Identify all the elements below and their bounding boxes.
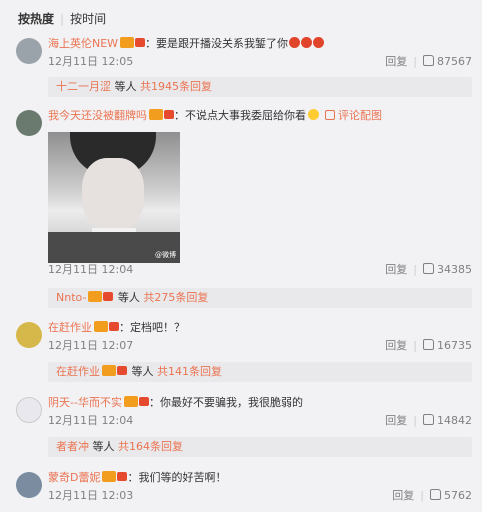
sub-reply-text: 等人 — [111, 80, 140, 93]
tab-by-hot[interactable]: 按热度 — [18, 12, 54, 26]
like-icon[interactable] — [423, 55, 434, 66]
divider: | — [420, 489, 424, 502]
avatar[interactable] — [16, 38, 42, 64]
tab-separator: | — [60, 12, 65, 26]
comment-username[interactable]: 阴天--华而不实 — [48, 396, 122, 409]
photo-watermark: @微博 — [155, 251, 176, 259]
vip-badge-icon — [149, 109, 174, 120]
comment-time: 12月11日 12:04 — [48, 414, 134, 427]
sub-reply-user[interactable]: 者者冲 — [56, 440, 89, 453]
comment-username[interactable]: 在赶作业 — [48, 321, 92, 334]
comment-username[interactable]: 蒙奇D蕾妮 — [48, 471, 100, 484]
sub-replies: 在赶作业 等人 共141条回复 — [48, 362, 472, 382]
tab-by-time[interactable]: 按时间 — [70, 12, 106, 26]
emoji-icon — [289, 37, 301, 48]
comment-text: ：不说点大事我委屈给你看 — [174, 109, 306, 122]
comment-username[interactable]: 我今天还没被翻牌吗 — [48, 109, 147, 122]
reply-button[interactable]: 回复 — [385, 339, 407, 352]
vip-badge-icon — [102, 365, 127, 376]
comment-picture-link[interactable]: 评论配图 — [325, 109, 382, 122]
comment-item: 海上英伦NEW ：要是跟开播没关系我錾了你 12月11日 12:05 回复 | 875… — [16, 36, 472, 68]
emoji-icon — [313, 37, 325, 48]
like-icon[interactable] — [423, 414, 434, 425]
like-count: 5762 — [444, 489, 472, 502]
avatar[interactable] — [16, 322, 42, 348]
reply-button[interactable]: 回复 — [385, 55, 407, 68]
comment-time: 12月11日 12:05 — [48, 55, 134, 68]
avatar[interactable] — [16, 472, 42, 498]
comment-item: 蒙奇D蕾妮 ：我们等的好苦啊！ 12月11日 12:03 回复 | 5762 — [16, 470, 472, 504]
sub-reply-user[interactable]: 在赶作业 — [56, 365, 100, 378]
like-count: 14842 — [437, 414, 472, 427]
sub-reply-user[interactable]: 十二一月涩 — [56, 80, 111, 93]
sub-replies: 十二一月涩 等人 共1945条回复 — [48, 77, 472, 97]
comment-item: 我今天还没被翻牌吗 ：不说点大事我委屈给你看 评论配图 @微博 12月11日 12:… — [16, 108, 472, 278]
sub-reply-text: 等人 — [114, 291, 144, 304]
reply-button[interactable]: 回复 — [385, 414, 407, 427]
comment-text: ：定档吧！？ — [119, 321, 185, 334]
vip-badge-icon — [123, 396, 149, 407]
divider: | — [413, 339, 417, 352]
divider: | — [413, 263, 417, 276]
comment-time: 12月11日 12:04 — [48, 263, 134, 276]
avatar[interactable] — [16, 397, 42, 423]
comment-username[interactable]: 海上英伦NEW — [48, 37, 118, 50]
vip-badge-icon — [120, 37, 146, 48]
comment-time: 12月11日 12:03 — [48, 489, 134, 502]
like-icon[interactable] — [423, 339, 434, 350]
sub-replies: 者者冲 等人 共164条回复 — [48, 437, 472, 457]
like-count: 87567 — [437, 55, 472, 68]
vip-badge-icon — [94, 321, 119, 332]
comment-text: ：要是跟开播没关系我錾了你 — [145, 37, 289, 50]
emoji-icon — [308, 109, 319, 120]
comment-text: ：你最好不要骗我，我很脆弱的 — [148, 396, 303, 409]
like-icon[interactable] — [423, 263, 434, 274]
more-replies-link[interactable]: 共1945条回复 — [140, 80, 212, 93]
divider: | — [413, 414, 417, 427]
comment-photo[interactable]: @微博 — [48, 132, 180, 263]
sub-reply-text: 等人 — [89, 440, 118, 453]
reply-button[interactable]: 回复 — [392, 489, 414, 502]
emoji-icon — [301, 37, 313, 48]
comment-item: 在赶作业 ：定档吧！？ 12月11日 12:07 回复 | 16735 — [16, 320, 472, 354]
comment-text: ：我们等的好苦啊！ — [127, 471, 227, 484]
more-replies-link[interactable]: 共164条回复 — [118, 440, 183, 453]
divider: | — [413, 55, 417, 68]
comment-time: 12月11日 12:07 — [48, 339, 134, 352]
sub-reply-text: 等人 — [128, 365, 157, 378]
more-replies-link[interactable]: 共275条回复 — [143, 291, 208, 304]
comment-item: 阴天--华而不实 ：你最好不要骗我，我很脆弱的 12月11日 12:04 回复 | 1… — [16, 395, 472, 429]
comment-picture-label: 评论配图 — [338, 109, 382, 122]
like-count: 16735 — [437, 339, 472, 352]
more-replies-link[interactable]: 共141条回复 — [157, 365, 222, 378]
like-icon[interactable] — [430, 489, 441, 500]
reply-button[interactable]: 回复 — [385, 263, 407, 276]
sub-reply-user[interactable]: Nnto- — [56, 291, 86, 304]
sort-tabs: 按热度 | 按时间 — [18, 10, 106, 27]
image-icon — [325, 110, 335, 120]
sub-replies: Nnto- 等人 共275条回复 — [48, 288, 472, 308]
like-count: 34385 — [437, 263, 472, 276]
vip-badge-icon — [102, 471, 128, 482]
vip-badge-icon — [88, 291, 114, 302]
